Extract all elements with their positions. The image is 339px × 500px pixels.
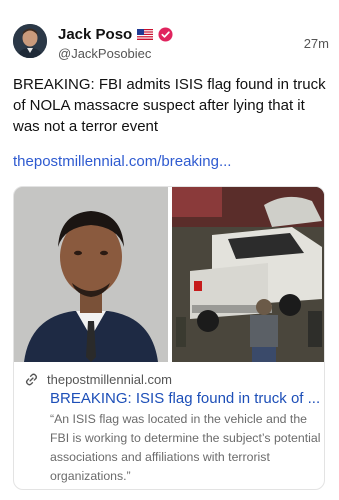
card-domain-row: thepostmillennial.com — [24, 372, 172, 387]
author-name[interactable]: Jack Poso — [58, 26, 132, 43]
card-images — [14, 187, 324, 362]
post-text: BREAKING: FBI admits ISIS flag found in … — [13, 76, 326, 135]
post-timestamp[interactable]: 27m — [304, 36, 329, 51]
author-handle[interactable]: @JackPosobiec — [58, 46, 151, 61]
link-preview-card[interactable]: thepostmillennial.com BREAKING: ISIS fla… — [13, 186, 325, 490]
card-image-portrait — [14, 187, 168, 362]
card-domain: thepostmillennial.com — [47, 372, 173, 387]
post-link[interactable]: thepostmillennial.com/breaking... — [13, 153, 329, 170]
card-title[interactable]: BREAKING: ISIS flag found in truck of ..… — [50, 390, 320, 407]
card-description: “An ISIS flag was located in the vehicle… — [50, 412, 321, 483]
avatar-image — [13, 24, 47, 58]
name-row: Jack Poso — [58, 25, 173, 43]
link-icon — [25, 373, 38, 386]
post-header: Jack Poso @JackPosobiec 27m — [13, 24, 329, 64]
avatar[interactable] — [13, 24, 47, 58]
us-flag-icon — [137, 28, 154, 40]
card-image-truck-scene — [172, 187, 324, 362]
verified-badge-icon — [158, 26, 173, 42]
